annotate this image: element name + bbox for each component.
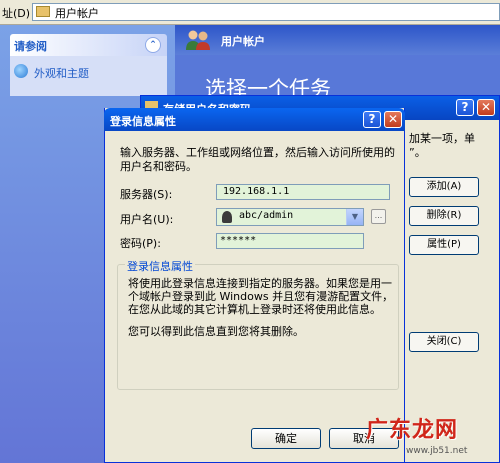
users-icon: [186, 30, 210, 50]
see-also-panel: 请参阅 ⌃ 外观和主题: [10, 34, 167, 96]
group-text: 将使用此登录信息连接到指定的服务器。如果您是用一个域帐户登录到此 Windows…: [128, 277, 394, 316]
server-label: 服务器(S):: [120, 188, 173, 201]
close-dialog-button[interactable]: 关闭(C): [409, 332, 479, 352]
server-input[interactable]: 192.168.1.1: [216, 184, 390, 200]
logon-info-dialog: 登录信息属性 ? ✕ 输入服务器、工作组或网络位置，然后输入访问所使用的用户名和…: [104, 108, 405, 463]
stored-credentials-description: 加某一项，单 ”。: [409, 132, 475, 160]
username-label: 用户名(U):: [120, 213, 174, 226]
properties-button[interactable]: 属性(P): [409, 235, 479, 255]
username-combobox[interactable]: abc/admin ▼: [216, 208, 364, 226]
address-value: 用户帐户: [55, 7, 99, 20]
add-button[interactable]: 添加(A): [409, 177, 479, 197]
browse-button[interactable]: ...: [371, 209, 386, 224]
main-title: 用户帐户: [221, 35, 265, 48]
see-also-title: 请参阅: [14, 40, 47, 53]
screen: 址(D) 用户帐户 请参阅 ⌃ 外观和主题 用户帐户 选择一个任务 ? ✕ 加某…: [0, 0, 500, 463]
close-button[interactable]: ✕: [477, 99, 495, 116]
logon-info-title: 登录信息属性: [110, 115, 176, 128]
address-input[interactable]: 用户帐户: [32, 3, 500, 21]
description-line: 加某一项，单: [409, 132, 475, 145]
help-button[interactable]: ?: [456, 99, 474, 116]
password-label: 密码(P):: [120, 237, 161, 250]
chevron-down-icon[interactable]: ▼: [346, 209, 363, 225]
description-line: ”。: [409, 146, 426, 159]
watermark-url: www.jb51.net: [406, 446, 468, 456]
appearance-icon: [14, 64, 28, 78]
appearance-themes-link[interactable]: 外观和主题: [34, 65, 89, 81]
logon-info-group: 登录信息属性 将使用此登录信息连接到指定的服务器。如果您是用一个域帐户登录到此 …: [117, 258, 399, 390]
address-bar: 址(D) 用户帐户: [0, 0, 500, 25]
ok-button[interactable]: 确定: [251, 428, 321, 449]
user-icon: [222, 211, 232, 223]
watermark: 广东龙网 www.jb51.net: [360, 412, 500, 463]
see-also-body: 外观和主题: [10, 56, 167, 96]
help-button[interactable]: ?: [363, 111, 381, 128]
group-text: 您可以得到此信息直到您将其删除。: [128, 325, 304, 338]
chevron-up-icon[interactable]: ⌃: [145, 37, 161, 53]
password-input[interactable]: ******: [216, 233, 364, 249]
address-label: 址(D): [2, 7, 31, 20]
see-also-header[interactable]: 请参阅 ⌃: [10, 34, 167, 56]
group-title: 登录信息属性: [125, 258, 195, 274]
close-button[interactable]: ✕: [384, 111, 402, 128]
username-value: abc/admin: [239, 210, 294, 221]
dialog-intro: 输入服务器、工作组或网络位置，然后输入访问所使用的用户名和密码。: [120, 146, 395, 173]
logon-info-titlebar[interactable]: 登录信息属性 ? ✕: [104, 108, 405, 131]
watermark-logo: 广东龙网: [366, 417, 459, 443]
folder-icon: [36, 6, 50, 17]
remove-button[interactable]: 删除(R): [409, 206, 479, 226]
main-header: 用户帐户: [175, 25, 500, 55]
